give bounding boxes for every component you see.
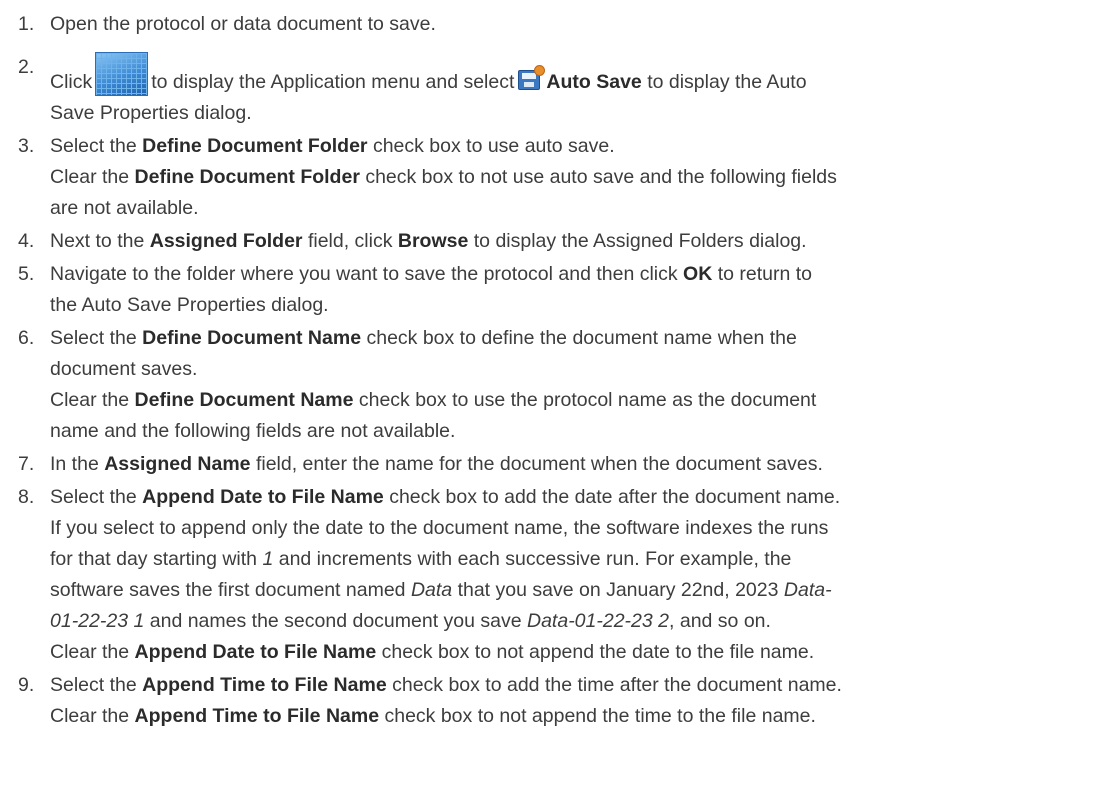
step-number: 3.: [18, 135, 35, 157]
step-number: 7.: [18, 453, 35, 475]
application-menu-icon: [95, 52, 149, 96]
step-9: 9. Select the Append Time to File Name c…: [18, 670, 1083, 732]
step-text: Navigate to the folder where you want to…: [50, 263, 813, 316]
step-text: Select the Append Date to File Name chec…: [50, 486, 841, 663]
step-1: 1. Open the protocol or data document to…: [18, 9, 1083, 40]
step-number: 5.: [18, 263, 35, 285]
step-number: 4.: [18, 230, 35, 252]
step-3: 3. Select the Define Document Folder che…: [18, 131, 1083, 224]
auto-save-icon: [518, 65, 546, 90]
steps-list: 1. Open the protocol or data document to…: [18, 9, 1083, 732]
instruction-document: 1. Open the protocol or data document to…: [0, 0, 1099, 732]
step-text: Select the Append Time to File Name chec…: [50, 674, 842, 727]
step-7: 7. In the Assigned Name field, enter the…: [18, 449, 1083, 480]
step-4: 4. Next to the Assigned Folder field, cl…: [18, 226, 1083, 257]
step-text: Open the protocol or data document to sa…: [50, 13, 436, 35]
step-text: In the Assigned Name field, enter the na…: [50, 453, 823, 475]
step-number: 6.: [18, 327, 35, 349]
step-number: 9.: [18, 674, 35, 696]
step-number: 2.: [18, 56, 35, 78]
step-2: 2. Click to display the Application menu …: [18, 52, 1083, 129]
step-text: Select the Define Document Folder check …: [50, 135, 837, 219]
step-5: 5. Navigate to the folder where you want…: [18, 259, 1083, 321]
step-text: Click to display the Application menu and…: [50, 52, 1083, 129]
step-6: 6. Select the Define Document Name check…: [18, 323, 1083, 447]
step-number: 8.: [18, 486, 35, 508]
step-text: Select the Define Document Name check bo…: [50, 327, 817, 442]
step-8: 8. Select the Append Date to File Name c…: [18, 482, 1083, 668]
step-text: Next to the Assigned Folder field, click…: [50, 230, 807, 252]
step-number: 1.: [18, 13, 35, 35]
